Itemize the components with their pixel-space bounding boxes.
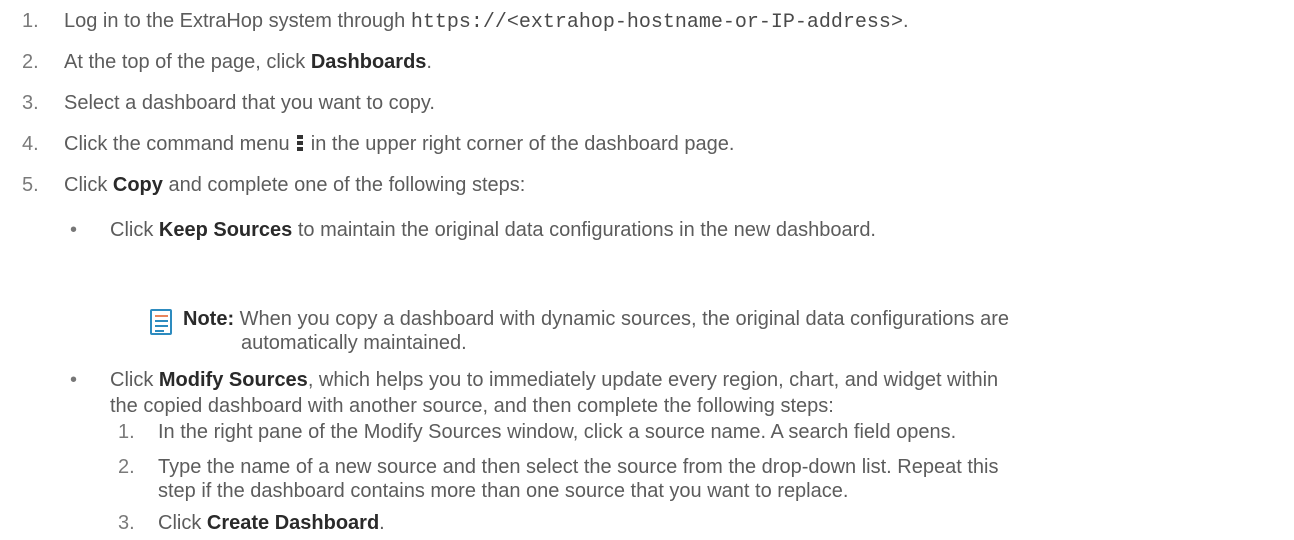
step-number: 4. xyxy=(22,133,39,155)
modify-sources-label: Modify Sources xyxy=(158,369,308,391)
command-menu-icon xyxy=(297,135,304,152)
step-text: At the top of the page, click xyxy=(64,51,311,73)
note-text: When you copy a dashboard with dynamic s… xyxy=(234,308,1009,330)
substep-number: 1. xyxy=(118,421,135,443)
step-number: 1. xyxy=(22,10,39,32)
step-text: Click the command menu xyxy=(64,133,296,155)
step-number: 2. xyxy=(22,51,39,73)
bullet-dot: • xyxy=(70,219,78,241)
step-number: 3. xyxy=(22,92,39,114)
step-text: Log in to the ExtraHop system through xyxy=(64,10,411,32)
url-code: https://<extrahop-hostname-or-IP-address… xyxy=(410,11,903,34)
step-text: Select a dashboard that you want to copy… xyxy=(64,92,435,114)
note-block: Note: When you copy a dashboard with dyn… xyxy=(183,308,1009,354)
substep-number: 3. xyxy=(118,512,135,534)
step-number: 5. xyxy=(22,174,39,196)
step-text: Click xyxy=(64,174,113,196)
dashboards-label: Dashboards xyxy=(310,51,427,73)
create-dashboard-label: Create Dashboard xyxy=(206,512,380,534)
note-icon xyxy=(150,309,172,335)
substep-text: Type the name of a new source and then s… xyxy=(158,456,999,478)
substep-number: 2. xyxy=(118,456,135,478)
keep-sources-label: Keep Sources xyxy=(158,219,293,241)
note-label: Note: xyxy=(183,308,235,330)
bullet-dot: • xyxy=(70,369,78,391)
substep-text: In the right pane of the Modify Sources … xyxy=(158,421,957,443)
copy-label: Copy xyxy=(112,174,163,196)
